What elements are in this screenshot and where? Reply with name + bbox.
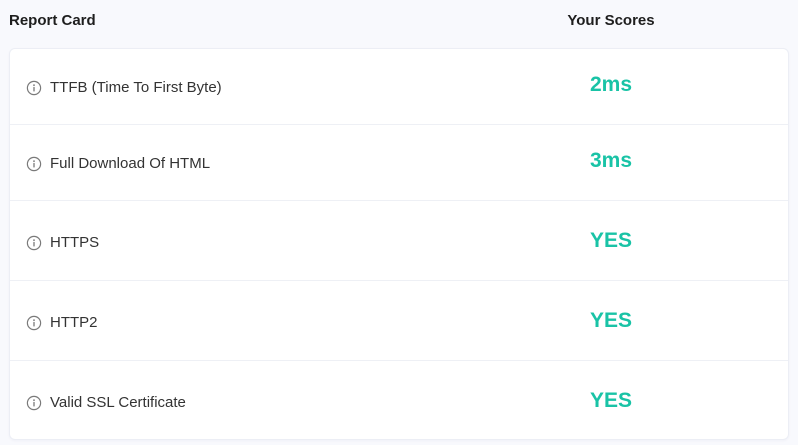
metric-row-http2: HTTP2 YES	[10, 281, 788, 361]
metric-row-full-download: Full Download Of HTML 3ms	[10, 125, 788, 201]
metric-score: 3ms	[589, 149, 633, 172]
info-icon[interactable]	[26, 315, 42, 331]
your-scores-title: Your Scores	[567, 12, 655, 29]
metric-row-valid-ssl: Valid SSL Certificate YES	[10, 361, 788, 439]
metric-row-ttfb: TTFB (Time To First Byte) 2ms	[10, 49, 788, 125]
metric-label: TTFB (Time To First Byte)	[50, 79, 222, 96]
info-icon[interactable]	[26, 235, 42, 251]
metric-label: Full Download Of HTML	[50, 155, 211, 172]
metric-score: YES	[589, 389, 633, 412]
metric-row-https: HTTPS YES	[10, 201, 788, 281]
report-card-page: Report Card Your Scores TTFB (Time To Fi…	[0, 0, 798, 445]
info-icon[interactable]	[26, 80, 42, 96]
metric-score: YES	[589, 229, 633, 252]
report-card-title: Report Card	[9, 12, 96, 29]
metric-score: YES	[589, 309, 633, 332]
info-icon[interactable]	[26, 395, 42, 411]
info-icon[interactable]	[26, 156, 42, 172]
metrics-card: TTFB (Time To First Byte) 2ms Full Downl…	[9, 48, 789, 440]
metric-score: 2ms	[589, 73, 633, 96]
metric-label: HTTP2	[50, 314, 98, 331]
metric-label: HTTPS	[50, 234, 100, 251]
metric-label: Valid SSL Certificate	[50, 394, 186, 411]
report-card-header: Report Card Your Scores	[0, 0, 798, 40]
